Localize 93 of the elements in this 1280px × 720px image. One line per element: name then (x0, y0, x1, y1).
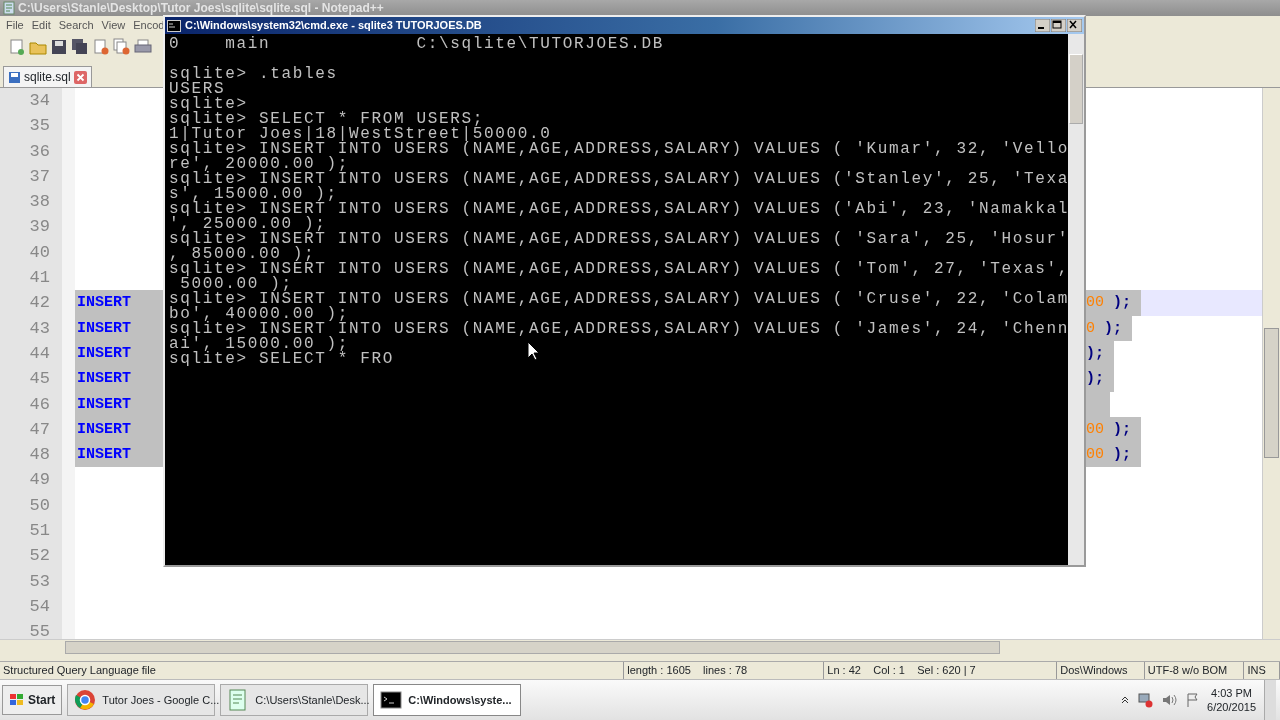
line-number: 40 (28, 241, 51, 264)
line-number: 52 (28, 545, 51, 568)
line-number: 44 (28, 342, 51, 365)
console-line: sqlite> .tables (169, 67, 338, 82)
line-number: 46 (28, 393, 51, 416)
line-number: 41 (28, 267, 51, 290)
flag-icon[interactable] (1185, 692, 1200, 708)
console-line: sqlite> SELECT * FROM USERS; (169, 112, 485, 127)
menu-item[interactable]: Edit (31, 16, 51, 34)
console-line: sqlite> INSERT INTO USERS (NAME,AGE,ADDRESS,SALARY) VALUES ( 'Cruse', 22, 'Colam (169, 292, 1068, 307)
console-scrollbar[interactable] (1068, 34, 1084, 565)
console-line: s', 15000.00 ); (169, 187, 338, 202)
console-line: bo', 40000.00 ); (169, 307, 350, 322)
line-number: 50 (28, 494, 51, 517)
code-keyword: INSERT (75, 391, 163, 417)
line-number: 49 (28, 469, 51, 492)
menu-item[interactable]: File (6, 16, 24, 34)
menu-item[interactable]: View (101, 16, 126, 34)
console-icon (167, 19, 181, 32)
close-file-icon[interactable] (92, 38, 110, 56)
console-line: ai', 15000.00 ); (169, 337, 350, 352)
line-number: 54 (28, 595, 51, 618)
console-line: USERS (169, 82, 226, 97)
code-keyword: INSERT (75, 315, 163, 341)
console-line: re', 20000.00 ); (169, 157, 350, 172)
code-fragment: 00 ); (1086, 416, 1142, 443)
clock-date[interactable]: 6/20/2015 (1207, 700, 1256, 714)
line-number: 53 (28, 570, 51, 593)
save-icon[interactable] (50, 38, 68, 56)
start-button[interactable]: Start (2, 685, 63, 715)
code-fragment: 0 ); (1086, 315, 1133, 341)
tab-label: sqlite.sql (24, 69, 71, 86)
new-file-icon[interactable] (8, 38, 26, 56)
console-line: , 85000.00 ); (169, 247, 316, 262)
notepad-icon (2, 1, 16, 15)
line-number: 55 (28, 621, 51, 639)
line-number: 42 (28, 292, 51, 315)
console-icon (380, 689, 403, 711)
code-fragment: ); (1086, 340, 1114, 367)
mouse-pointer-icon (527, 341, 540, 361)
taskbar-button[interactable]: C:\Users\Stanle\Desk... (220, 684, 369, 716)
file-tab[interactable]: sqlite.sql (3, 66, 92, 87)
save-icon (8, 70, 21, 84)
code-fragment: ); (1086, 366, 1114, 392)
speaker-icon[interactable] (1161, 692, 1178, 708)
vertical-scrollbar[interactable] (1262, 88, 1280, 639)
save-all-icon[interactable] (71, 38, 89, 56)
line-number: 34 (28, 90, 51, 112)
console-line: sqlite> INSERT INTO USERS (NAME,AGE,ADDRESS,SALARY) VALUES ( 'Tom', 27, 'Texas', (169, 262, 1068, 277)
line-number: 39 (28, 216, 51, 239)
line-number: 36 (28, 140, 51, 163)
minimize-button[interactable] (1035, 19, 1050, 32)
window-title: C:\Windows\system32\cmd.exe - sqlite3 TUTORJOES.DB (185, 18, 482, 34)
console-line: 5000.00 ); (180, 277, 293, 292)
console-line: sqlite> INSERT INTO USERS (NAME,AGE,ADDRESS,SALARY) VALUES ('Abi', 23, 'Namakkal (169, 202, 1068, 217)
network-icon[interactable] (1137, 692, 1154, 708)
line-number: 45 (28, 368, 51, 391)
line-number: 38 (28, 191, 51, 214)
console-line: ', 25000.00 ); (169, 217, 327, 232)
console-line: sqlite> INSERT INTO USERS (NAME,AGE,ADDRESS,SALARY) VALUES ( 'Sara', 25, 'Hosur' (169, 232, 1068, 247)
code-keyword: INSERT (75, 340, 163, 367)
line-number: 47 (28, 418, 51, 441)
console-line: 0 main C:\sqlite\TUTORJOES.DB (169, 37, 665, 52)
clock-time[interactable]: 4:03 PM (1207, 686, 1256, 700)
menu-item[interactable]: Search (58, 16, 94, 34)
print-icon[interactable] (134, 38, 152, 56)
horizontal-scrollbar[interactable] (0, 639, 1280, 655)
console-line: 1|Tutor Joes|18|WestStreet|50000.0 (169, 127, 552, 142)
window-title: C:\Users\Stanle\Desktop\Tutor Joes\sqlite\sqlite.sql - Notepad++ (18, 1, 384, 15)
taskbar-button[interactable]: C:\Windows\syste... (373, 684, 522, 716)
line-number: 48 (28, 444, 51, 467)
console-line: sqlite> INSERT INTO USERS (NAME,AGE,ADDRESS,SALARY) VALUES ( 'James', 24, 'Chenn (169, 322, 1068, 337)
console-line: sqlite> INSERT INTO USERS (NAME,AGE,ADDRESS,SALARY) VALUES ( 'Kumar', 32, 'Vello (169, 142, 1068, 157)
code-fragment: 00 ); (1086, 290, 1142, 316)
browser-icon (74, 689, 97, 711)
line-number: 43 (28, 317, 51, 340)
console-line: sqlite> INSERT INTO USERS (NAME,AGE,ADDRESS,SALARY) VALUES ('Stanley', 25, 'Texa (169, 172, 1068, 187)
line-number: 37 (28, 165, 51, 188)
console-line: sqlite> (169, 97, 248, 112)
maximize-button[interactable] (1051, 19, 1066, 32)
code-keyword: INSERT (75, 290, 163, 316)
code-keyword: INSERT (75, 442, 163, 468)
close-all-icon[interactable] (113, 38, 131, 56)
close-icon[interactable] (73, 70, 87, 84)
chevron-up-icon[interactable] (1121, 696, 1130, 704)
code-keyword: INSERT (75, 416, 163, 443)
console-line: sqlite> SELECT * FRO (169, 352, 395, 367)
code-keyword: INSERT (75, 366, 163, 392)
code-fragment: 00 ); (1086, 442, 1142, 468)
windows-logo-icon (9, 693, 25, 707)
line-number: 51 (28, 520, 51, 543)
close-button[interactable] (1067, 19, 1082, 32)
line-number: 35 (28, 115, 51, 138)
